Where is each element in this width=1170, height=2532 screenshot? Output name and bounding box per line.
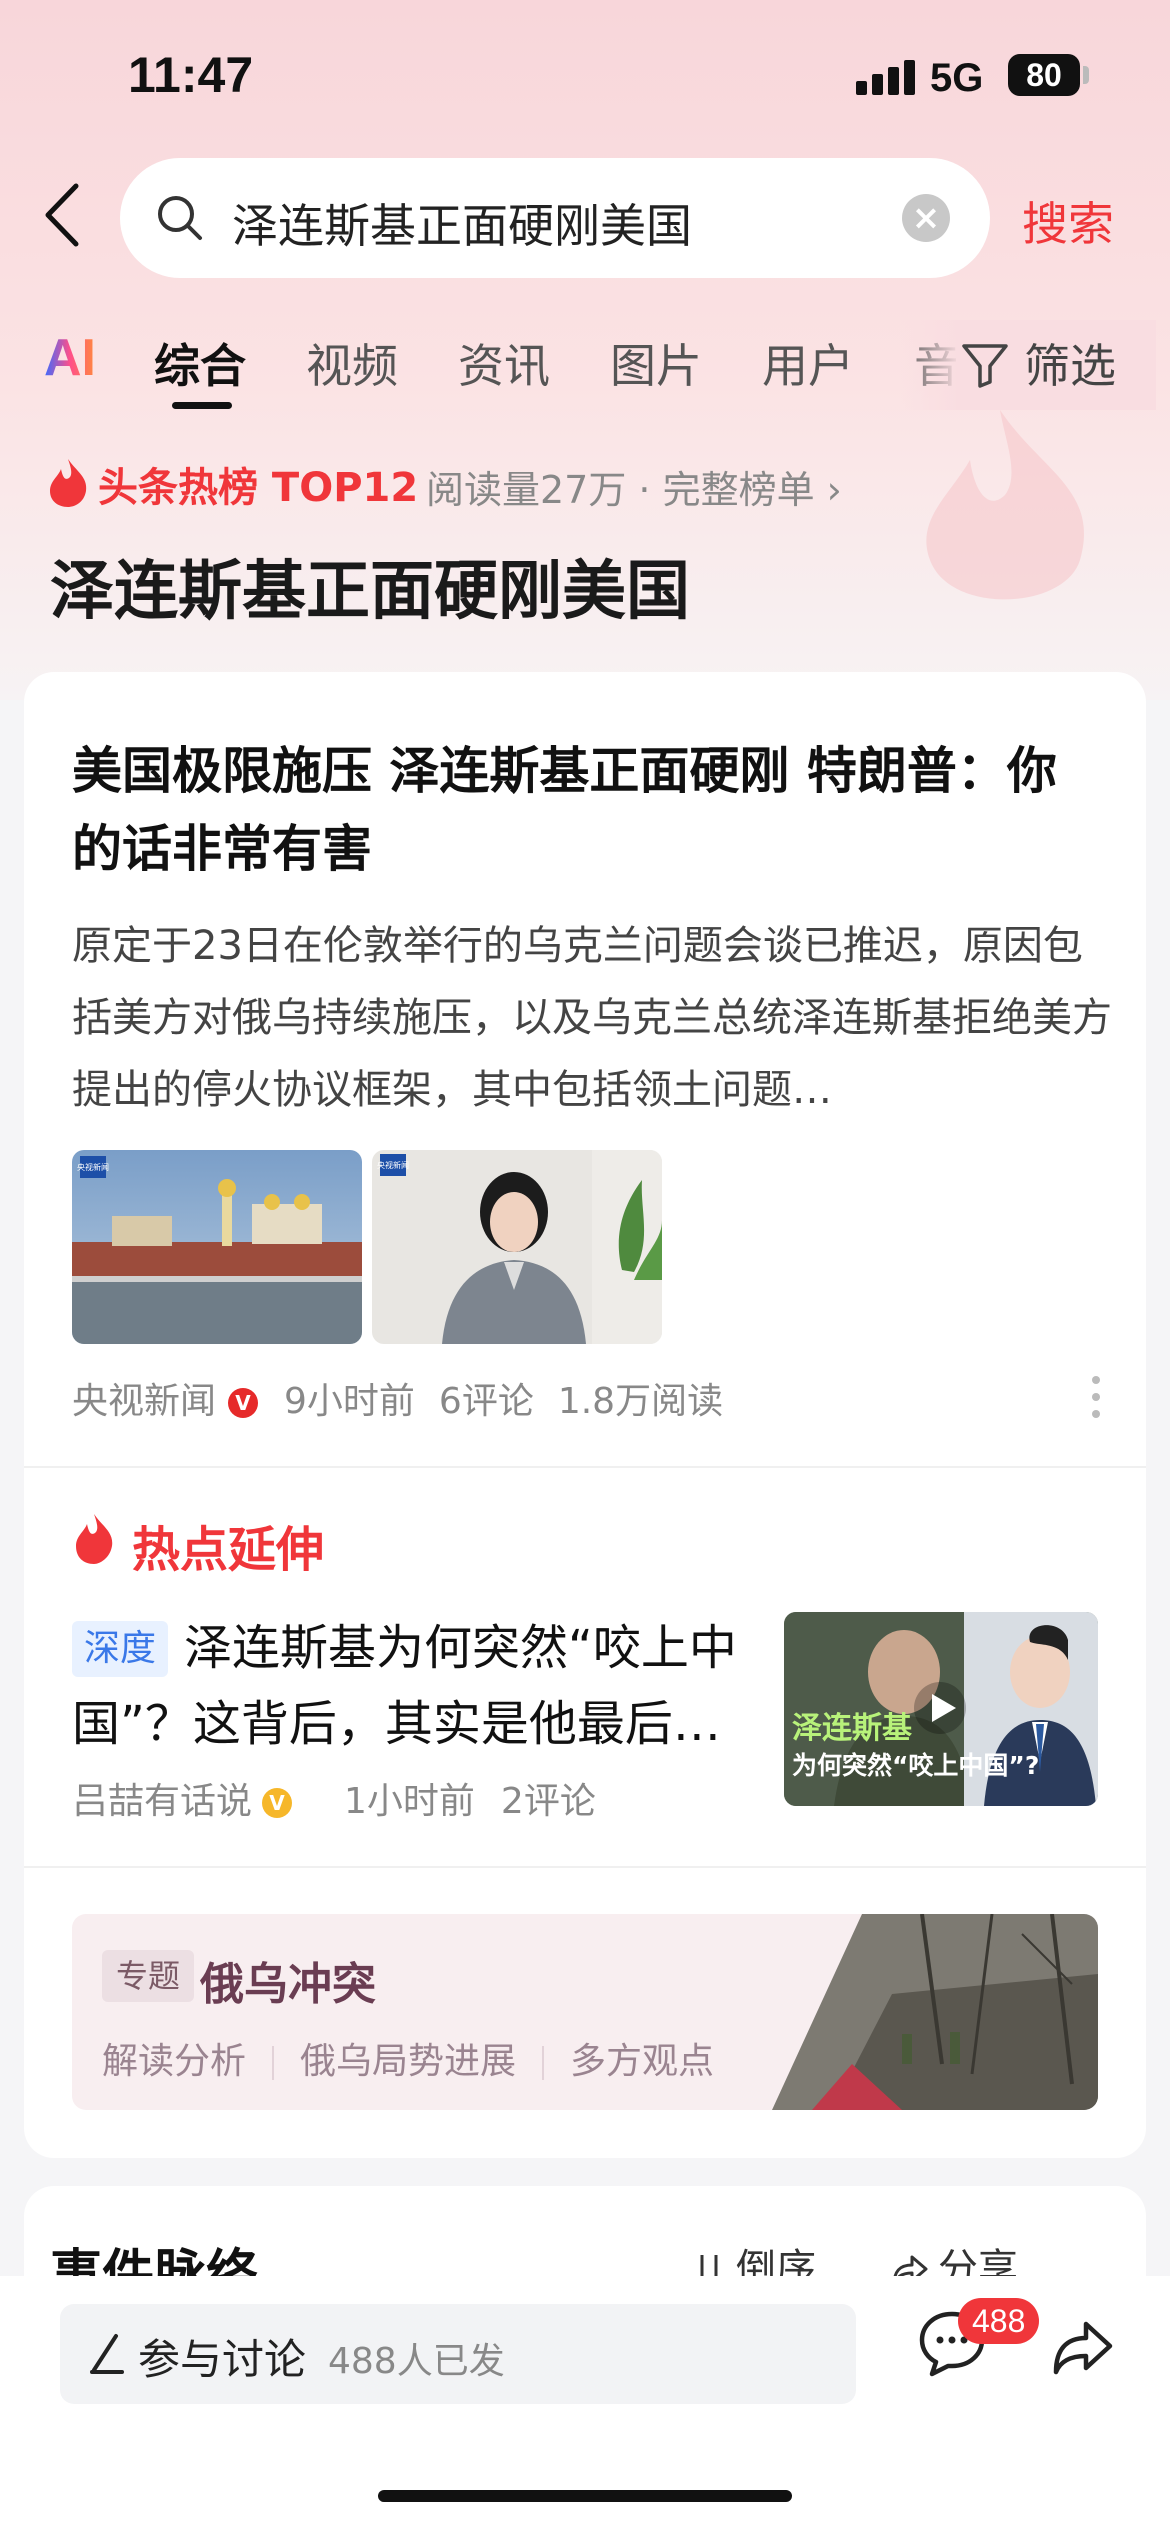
article-reads: 1.8万阅读 bbox=[557, 1381, 724, 1422]
discussion-input[interactable]: 参与讨论 488人已发 bbox=[60, 2304, 856, 2404]
tab-comprehensive[interactable]: 综合 bbox=[154, 330, 246, 396]
result-card: 美国极限施压 泽连斯基正面硬刚 特朗普：你的话非常有害 原定于23日在伦敦举行的… bbox=[24, 672, 1146, 2158]
special-link-analysis[interactable]: 解读分析 bbox=[102, 2041, 246, 2082]
category-tabs: AI 综合 视频 资讯 图片 用户 音 筛选 bbox=[0, 320, 1170, 410]
home-indicator bbox=[378, 2490, 792, 2502]
flame-watermark-icon bbox=[926, 410, 1084, 600]
share-arrow-icon[interactable] bbox=[1050, 2318, 1116, 2378]
article-title[interactable]: 美国极限施压 泽连斯基正面硬刚 特朗普：你的话非常有害 bbox=[72, 732, 1102, 888]
search-button[interactable]: 搜索 bbox=[1022, 188, 1114, 254]
fire-icon bbox=[76, 1514, 113, 1564]
chevron-left-icon bbox=[45, 183, 79, 247]
tabs-fade bbox=[900, 320, 960, 410]
tab-news[interactable]: 资讯 bbox=[458, 330, 550, 396]
search-query: 泽连斯基正面硬刚美国 bbox=[232, 199, 692, 253]
special-topic-image bbox=[772, 1914, 1098, 2110]
verified-badge-icon: V bbox=[228, 1388, 259, 1418]
special-link-views[interactable]: 多方观点 bbox=[570, 2041, 714, 2082]
tab-users[interactable]: 用户 bbox=[762, 330, 854, 396]
filter-label: 筛选 bbox=[1024, 339, 1116, 393]
special-link-progress[interactable]: 俄乌局势进展 bbox=[300, 2041, 516, 2082]
related-author[interactable]: 吕喆有话说 bbox=[72, 1781, 252, 1822]
article-image-1[interactable]: 央视新闻 bbox=[72, 1150, 362, 1344]
verified-badge-icon: V bbox=[262, 1788, 293, 1818]
discussion-count: 488人已发 bbox=[328, 2341, 505, 2382]
back-button[interactable] bbox=[40, 180, 100, 260]
discussion-label: 参与讨论 bbox=[138, 2335, 307, 2384]
related-article-text: 泽连斯基为何突然“咬上中国”？这背后，其实是他最后… bbox=[72, 1620, 737, 1752]
thumb-caption-2: 为何突然“咬上中国”? bbox=[792, 1751, 1039, 1780]
divider bbox=[24, 1866, 1146, 1868]
tab-ai[interactable]: AI bbox=[44, 328, 96, 388]
special-tag: 专题 bbox=[102, 1950, 195, 2002]
related-article-title[interactable]: 深度 泽连斯基为何突然“咬上中国”？这背后，其实是他最后… bbox=[72, 1610, 772, 1762]
comment-count-badge: 488 bbox=[958, 2298, 1040, 2344]
hot-rank-meta[interactable]: 阅读量27万 · 完整榜单 › bbox=[426, 459, 842, 514]
article-image-2[interactable]: 央视新闻 bbox=[372, 1150, 662, 1344]
hot-extension-title: 热点延伸 bbox=[132, 1522, 325, 1578]
filter-button[interactable]: 筛选 bbox=[956, 320, 1156, 410]
network-type: 5G bbox=[930, 56, 984, 100]
tab-video[interactable]: 视频 bbox=[306, 330, 398, 396]
depth-tag: 深度 bbox=[72, 1621, 169, 1677]
bottom-bar: 参与讨论 488人已发 488 bbox=[0, 2276, 1170, 2532]
related-time: 1小时前 bbox=[344, 1781, 475, 1822]
related-comments: 2评论 bbox=[500, 1781, 596, 1822]
special-topic-links: 解读分析 俄乌局势进展 多方观点 bbox=[102, 2032, 714, 2084]
status-bar: 11:47 5G 80 bbox=[0, 0, 1170, 150]
pen-icon bbox=[90, 2334, 124, 2374]
thumb-caption-1: 泽连斯基 bbox=[792, 1711, 912, 1746]
active-tab-indicator bbox=[172, 402, 232, 409]
article-time: 9小时前 bbox=[284, 1381, 415, 1422]
special-topic-name: 俄乌冲突 bbox=[200, 1959, 376, 2010]
related-article-meta: 吕喆有话说 V 1小时前 2评论 bbox=[72, 1772, 622, 1824]
battery-icon: 80 bbox=[1008, 54, 1080, 96]
thumb-logo-text: 央视新闻 bbox=[77, 1162, 109, 1172]
topic-title: 泽连斯基正面硬刚美国 bbox=[50, 555, 690, 629]
hot-rank-badge: 头条热榜 TOP12 bbox=[98, 465, 419, 511]
article-source[interactable]: 央视新闻 bbox=[72, 1381, 216, 1422]
link-separator bbox=[272, 2046, 275, 2080]
special-topic-card[interactable]: 专题 俄乌冲突 解读分析 俄乌局势进展 多方观点 bbox=[72, 1914, 1098, 2110]
link-separator bbox=[542, 2046, 545, 2080]
battery-tip bbox=[1083, 66, 1089, 84]
fire-icon bbox=[50, 459, 87, 507]
thumb-logo-text-2: 央视新闻 bbox=[377, 1160, 409, 1170]
search-input[interactable]: 泽连斯基正面硬刚美国 × bbox=[120, 158, 990, 278]
tab-images[interactable]: 图片 bbox=[610, 330, 702, 396]
clear-icon[interactable]: × bbox=[902, 194, 950, 242]
article-meta: 央视新闻 V 9小时前 6评论 1.8万阅读 bbox=[72, 1372, 747, 1422]
related-video-thumbnail[interactable]: 泽连斯基 为何突然“咬上中国”? bbox=[784, 1612, 1098, 1806]
search-icon bbox=[158, 196, 202, 240]
more-options-icon[interactable] bbox=[1088, 1372, 1104, 1422]
filter-icon bbox=[962, 344, 1008, 388]
article-summary[interactable]: 原定于23日在伦敦举行的乌克兰问题会谈已推迟，原因包括美方对俄乌持续施压，以及乌… bbox=[72, 910, 1112, 1126]
signal-icon bbox=[856, 60, 920, 95]
status-time: 11:47 bbox=[128, 47, 254, 103]
divider bbox=[24, 1466, 1146, 1468]
article-comments: 6评论 bbox=[438, 1381, 534, 1422]
